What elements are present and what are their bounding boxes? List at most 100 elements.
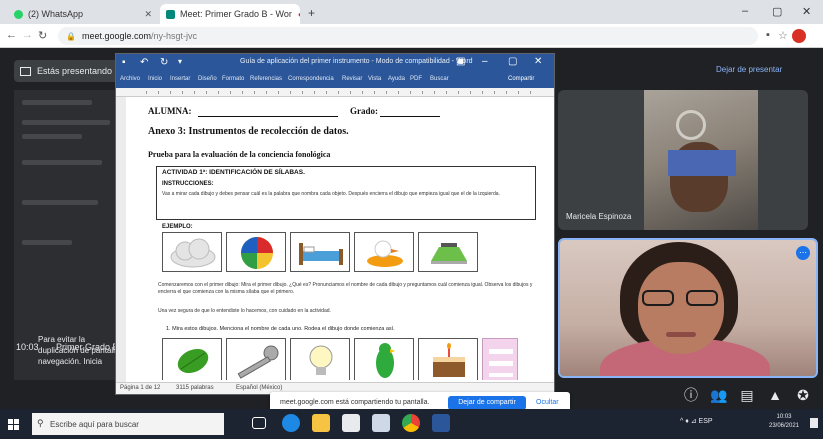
ribbon-tab[interactable]: Correspondencia (288, 76, 334, 82)
ribbon-tab[interactable]: Insertar (170, 76, 190, 82)
clock-time: 10:03 (776, 414, 792, 420)
participant-name: Maricela Espinoza (566, 212, 632, 221)
task-view-icon[interactable] (252, 417, 266, 429)
ribbon-tab[interactable]: Inicio (148, 76, 162, 82)
more-options-icon[interactable]: ⋯ (796, 246, 810, 260)
redo-icon[interactable]: ↻ (160, 57, 168, 68)
alumna-label: ALUMNA: (148, 106, 192, 116)
privacy-overlay (668, 150, 736, 176)
lock-icon: 🔒 (66, 31, 76, 41)
activity-title: ACTIVIDAD 1ª: IDENTIFICACIÓN DE SÍLABAS. (162, 169, 305, 176)
system-tray[interactable]: ^ ♦ ⊿ ESP (680, 417, 713, 425)
hide-link[interactable]: Ocultar (536, 399, 559, 406)
ribbon-tab[interactable]: Referencias (250, 76, 282, 82)
camera-indicator-icon[interactable]: ▪ (766, 29, 770, 41)
word-close-button[interactable]: ✕ (534, 56, 542, 67)
reload-icon[interactable]: ↻ (38, 29, 47, 42)
ribbon-tab[interactable]: Formato (222, 76, 244, 82)
taskbar-search-input[interactable]: ⚲ Escribe aquí para buscar (32, 413, 224, 435)
new-tab-button[interactable]: + (308, 6, 315, 20)
tell-me-search[interactable]: Buscar (430, 76, 449, 82)
meet-icon (166, 9, 175, 19)
vertical-ruler[interactable] (116, 97, 126, 382)
presenting-label: Estás presentando (37, 66, 113, 76)
glasses (642, 290, 720, 306)
document-page[interactable]: ALUMNA: Grado: Anexo 3: Instrumentos de … (128, 98, 548, 380)
forward-icon[interactable]: → (22, 29, 33, 41)
word-title-bar: ▪ ↶ ↻ ▾ Guía de aplicación del primer in… (116, 54, 554, 72)
leaf-picture (162, 338, 222, 380)
instructions-paragraph: Comenzaremos con el primer dibujo: Mira … (158, 282, 533, 295)
cloud-picture (162, 232, 222, 272)
chrome-icon[interactable] (402, 414, 420, 432)
word-window[interactable]: ▪ ↶ ↻ ▾ Guía de aplicación del primer in… (116, 54, 554, 394)
tab-meet[interactable]: Meet: Primer Grado B - Wor ● ✕ (160, 4, 300, 24)
page-count[interactable]: Página 1 de 12 (120, 385, 160, 391)
stop-sharing-button[interactable]: Dejar de compartir (448, 396, 526, 410)
share-button[interactable]: Compartir (508, 76, 534, 82)
word-icon[interactable] (432, 414, 450, 432)
instructions-text: Vas a mirar cada dibujo y debes pensar c… (162, 191, 500, 197)
tab-whatsapp[interactable]: (2) WhatsApp ✕ (8, 4, 158, 24)
self-video-tile[interactable]: ⋯ (558, 238, 818, 378)
bed-picture (290, 232, 350, 272)
edge-icon[interactable] (282, 414, 300, 432)
file-explorer-icon[interactable] (312, 414, 330, 432)
participant-tile[interactable]: Maricela Espinoza (558, 90, 808, 230)
share-message: meet.google.com está compartiendo tu pan… (280, 399, 430, 406)
word-minimize-button[interactable]: – (482, 56, 488, 67)
windows-start-icon[interactable] (8, 419, 19, 430)
mail-icon[interactable] (372, 414, 390, 432)
people-icon[interactable]: 👥 (708, 384, 730, 406)
ribbon-tab[interactable]: Archivo (120, 76, 140, 82)
search-icon: ⚲ (37, 418, 44, 428)
url-field[interactable]: 🔒 meet.google.com /ny-hsgt-jvc (58, 27, 758, 45)
iron-picture (418, 232, 478, 272)
undo-icon[interactable]: ↶ (140, 57, 148, 68)
close-tab-icon[interactable]: ✕ (138, 9, 152, 20)
activities-icon[interactable]: ▲ (764, 384, 786, 406)
present-screen-icon (20, 66, 31, 76)
cake-picture (418, 338, 478, 380)
whatsapp-icon (14, 9, 23, 19)
save-icon[interactable]: ▪ (122, 57, 126, 68)
stop-presenting-link[interactable]: Dejar de presentar (716, 65, 782, 74)
word-count[interactable]: 3115 palabras (176, 385, 214, 391)
annex-heading: Anexo 3: Instrumentos de recolección de … (148, 126, 349, 137)
example-label: EJEMPLO: (162, 224, 193, 230)
tab-label: Meet: Primer Grado B - Wor (180, 9, 292, 19)
store-icon[interactable] (342, 414, 360, 432)
url-path: /ny-hsgt-jvc (151, 31, 198, 41)
ribbon-tab[interactable]: Vista (368, 76, 381, 82)
ribbon-tab[interactable]: Diseño (198, 76, 217, 82)
ribbon-tab[interactable]: PDF (410, 76, 422, 82)
meeting-time: 10:03 (16, 342, 39, 352)
grado-label: Grado: (350, 106, 378, 116)
notification-center-icon[interactable] (810, 418, 818, 428)
back-icon[interactable]: ← (6, 29, 17, 41)
ribbon-tab[interactable]: Ayuda (388, 76, 405, 82)
profile-avatar[interactable] (792, 29, 806, 43)
browser-tab-bar: (2) WhatsApp ✕ Meet: Primer Grado B - Wo… (0, 0, 823, 24)
chat-icon[interactable]: ▤ (736, 384, 758, 406)
customize-toolbar-icon[interactable]: ▾ (178, 57, 182, 66)
language-indicator[interactable]: Español (México) (236, 385, 282, 391)
ribbon-tab[interactable]: Revisar (342, 76, 362, 82)
instructions-label: INSTRUCCIONES: (162, 181, 214, 187)
close-window-button[interactable]: ✕ (802, 5, 811, 18)
info-icon[interactable]: ⓘ (680, 384, 702, 406)
word-maximize-button[interactable]: ▢ (508, 56, 517, 67)
horizontal-ruler[interactable] (116, 88, 554, 97)
ball-picture (226, 232, 286, 272)
clock-date: 23/06/2021 (768, 423, 800, 429)
shield-icon[interactable]: ✪ (792, 384, 814, 406)
maximize-button[interactable]: ▢ (772, 5, 782, 18)
presenting-banner: Estás presentando (14, 60, 126, 82)
minimize-button[interactable]: – (742, 5, 748, 17)
tab-label: (2) WhatsApp (28, 9, 84, 19)
star-icon[interactable]: ☆ (778, 29, 788, 42)
document-title: Guía de aplicación del primer instrument… (240, 58, 473, 65)
key-picture (226, 338, 286, 380)
ribbon-display-icon[interactable]: ▣ (456, 56, 465, 67)
taskbar-clock[interactable]: 10:03 23/06/2021 (764, 413, 804, 431)
